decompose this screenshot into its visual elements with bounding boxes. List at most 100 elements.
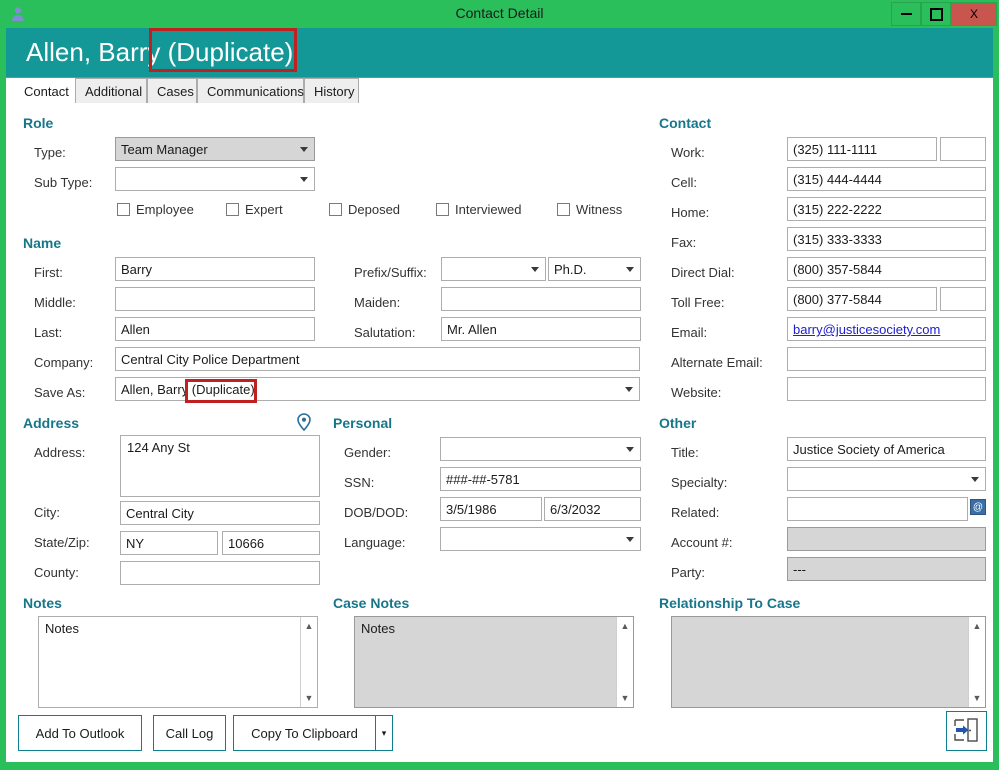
add-to-outlook-button[interactable]: Add To Outlook bbox=[18, 715, 142, 751]
tab-strip: Contact Additional Cases Communications … bbox=[6, 78, 993, 103]
ssn-input[interactable]: ###-##-5781 bbox=[440, 467, 641, 491]
alternate-email-input[interactable] bbox=[787, 347, 986, 371]
case-notes-scrollbar[interactable]: ▲ ▼ bbox=[616, 617, 633, 707]
related-input[interactable] bbox=[787, 497, 968, 521]
type-combo-value: Team Manager bbox=[121, 142, 208, 157]
save-and-close-button[interactable] bbox=[946, 711, 987, 751]
section-heading-name: Name bbox=[23, 235, 62, 251]
call-log-button[interactable]: Call Log bbox=[153, 715, 226, 751]
gender-label: Gender: bbox=[344, 445, 391, 460]
dob-dod-label: DOB/DOD: bbox=[344, 505, 409, 520]
close-button[interactable]: X bbox=[951, 2, 997, 26]
zip-input[interactable]: 10666 bbox=[222, 531, 320, 555]
title-input[interactable]: Justice Society of America bbox=[787, 437, 986, 461]
notes-textarea[interactable]: Notes ▲ ▼ bbox=[38, 616, 318, 708]
sub-type-combo[interactable] bbox=[115, 167, 315, 191]
sub-type-label: Sub Type: bbox=[34, 175, 93, 190]
at-sign-button-icon[interactable]: @ bbox=[970, 499, 986, 515]
tab-communications[interactable]: Communications bbox=[197, 78, 304, 103]
checkbox-label: Deposed bbox=[348, 202, 401, 217]
notes-scrollbar[interactable]: ▲ ▼ bbox=[300, 617, 317, 707]
county-label: County: bbox=[34, 565, 79, 580]
website-label: Website: bbox=[671, 385, 722, 400]
notes-text: Notes bbox=[45, 621, 79, 636]
maximize-button[interactable] bbox=[921, 2, 951, 26]
checkbox-deposed[interactable]: Deposed bbox=[329, 202, 400, 217]
state-input[interactable]: NY bbox=[120, 531, 218, 555]
section-heading-relationship-to-case: Relationship To Case bbox=[659, 595, 801, 611]
copy-to-clipboard-button[interactable]: Copy To Clipboard bbox=[233, 715, 376, 751]
type-combo[interactable]: Team Manager bbox=[115, 137, 315, 161]
scroll-up-icon[interactable]: ▲ bbox=[969, 618, 985, 634]
chevron-down-icon bbox=[625, 387, 633, 392]
chevron-down-icon bbox=[300, 177, 308, 182]
minimize-button[interactable] bbox=[891, 2, 921, 26]
save-as-label: Save As: bbox=[34, 385, 86, 400]
state-zip-label: State/Zip: bbox=[34, 535, 90, 550]
tab-history[interactable]: History bbox=[304, 78, 359, 103]
checkbox-box bbox=[557, 203, 570, 216]
tab-cases[interactable]: Cases bbox=[147, 78, 197, 103]
salutation-label: Salutation: bbox=[354, 325, 416, 340]
county-input[interactable] bbox=[120, 561, 320, 585]
checkbox-witness[interactable]: Witness bbox=[557, 202, 622, 217]
home-phone-input[interactable]: (315) 222-2222 bbox=[787, 197, 986, 221]
section-heading-contact: Contact bbox=[659, 115, 712, 131]
scroll-down-icon[interactable]: ▼ bbox=[969, 690, 985, 706]
last-name-input[interactable]: Allen bbox=[115, 317, 315, 341]
contact-form-panel: Role Type: Team Manager Sub Type: Employ… bbox=[6, 103, 993, 762]
checkbox-box bbox=[226, 203, 239, 216]
prefix-suffix-label: Prefix/Suffix: bbox=[354, 265, 427, 280]
city-input[interactable]: Central City bbox=[120, 501, 320, 525]
work-ext-input[interactable] bbox=[940, 137, 986, 161]
checkbox-employee[interactable]: Employee bbox=[117, 202, 194, 217]
scroll-up-icon[interactable]: ▲ bbox=[301, 618, 317, 634]
middle-name-input[interactable] bbox=[115, 287, 315, 311]
relationship-scrollbar[interactable]: ▲ ▼ bbox=[968, 617, 985, 707]
checkbox-box bbox=[117, 203, 130, 216]
checkbox-label: Interviewed bbox=[455, 202, 522, 217]
scroll-down-icon[interactable]: ▼ bbox=[617, 690, 633, 706]
website-input[interactable] bbox=[787, 377, 986, 401]
direct-dial-input[interactable]: (800) 357-5844 bbox=[787, 257, 986, 281]
language-combo[interactable] bbox=[440, 527, 641, 551]
address-label: Address: bbox=[34, 445, 86, 460]
chevron-down-icon bbox=[300, 147, 308, 152]
checkbox-label: Employee bbox=[136, 202, 194, 217]
address-textarea[interactable]: 124 Any St bbox=[120, 435, 320, 497]
dob-input[interactable]: 3/5/1986 bbox=[440, 497, 542, 521]
email-link[interactable]: barry@justicesociety.com bbox=[787, 317, 986, 341]
tab-additional[interactable]: Additional bbox=[75, 78, 147, 103]
section-heading-notes: Notes bbox=[23, 595, 62, 611]
prefix-combo[interactable] bbox=[441, 257, 546, 281]
toll-free-ext-input[interactable] bbox=[940, 287, 986, 311]
copy-to-clipboard-dropdown-button[interactable]: ▾ bbox=[375, 715, 393, 751]
suffix-value: Ph.D. bbox=[554, 262, 587, 277]
toll-free-input[interactable]: (800) 377-5844 bbox=[787, 287, 937, 311]
salutation-input[interactable]: Mr. Allen bbox=[441, 317, 641, 341]
map-pin-icon[interactable] bbox=[297, 413, 311, 432]
maiden-input[interactable] bbox=[441, 287, 641, 311]
checkbox-interviewed[interactable]: Interviewed bbox=[436, 202, 521, 217]
relationship-to-case-textarea: ▲ ▼ bbox=[671, 616, 986, 708]
email-label: Email: bbox=[671, 325, 708, 340]
dod-input[interactable]: 6/3/2032 bbox=[544, 497, 641, 521]
scroll-up-icon[interactable]: ▲ bbox=[617, 618, 633, 634]
work-phone-input[interactable]: (325) 111-1111 bbox=[787, 137, 937, 161]
fax-label: Fax: bbox=[671, 235, 697, 250]
tab-contact[interactable]: Contact bbox=[14, 78, 75, 103]
chevron-down-icon bbox=[626, 447, 634, 452]
checkbox-expert[interactable]: Expert bbox=[226, 202, 283, 217]
save-as-value: Allen, Barry (Duplicate) bbox=[121, 382, 255, 397]
save-as-combo[interactable]: Allen, Barry (Duplicate) bbox=[115, 377, 640, 401]
suffix-combo[interactable]: Ph.D. bbox=[548, 257, 641, 281]
maiden-label: Maiden: bbox=[354, 295, 401, 310]
company-input[interactable]: Central City Police Department bbox=[115, 347, 640, 371]
first-name-input[interactable]: Barry bbox=[115, 257, 315, 281]
cell-phone-input[interactable]: (315) 444-4444 bbox=[787, 167, 986, 191]
specialty-combo[interactable] bbox=[787, 467, 986, 491]
fax-input[interactable]: (315) 333-3333 bbox=[787, 227, 986, 251]
scroll-down-icon[interactable]: ▼ bbox=[301, 690, 317, 706]
account-number-label: Account #: bbox=[671, 535, 733, 550]
gender-combo[interactable] bbox=[440, 437, 641, 461]
